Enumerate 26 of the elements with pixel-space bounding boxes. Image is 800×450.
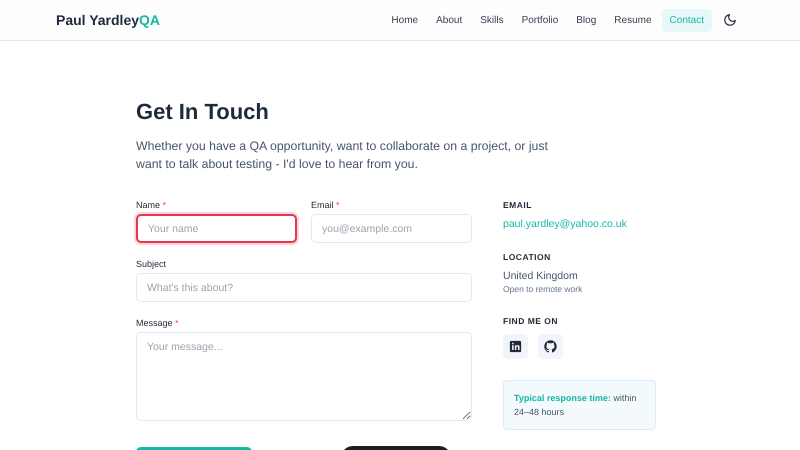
response-time-text: Typical response time: within 24–48 hours — [514, 392, 638, 419]
linkedin-icon — [508, 339, 523, 354]
nav-link[interactable]: Resume — [606, 8, 660, 32]
location-note: Open to remote work — [503, 284, 584, 294]
site-logo[interactable]: Paul YardleyQA — [56, 12, 160, 28]
nav-link[interactable]: Portfolio — [514, 8, 566, 32]
nav-link[interactable]: About — [428, 8, 470, 32]
social-link[interactable] — [503, 334, 528, 359]
nav-link[interactable]: Skills — [472, 8, 512, 32]
moon-icon — [723, 13, 737, 27]
nav-link[interactable]: Blog — [568, 8, 604, 32]
field-label: Subject — [136, 259, 168, 269]
field-label: Message * — [136, 318, 180, 328]
section-heading: FIND ME ON — [503, 316, 560, 326]
social-link[interactable] — [538, 334, 563, 359]
location-text: United Kingdom — [503, 270, 579, 282]
message-field[interactable]: Your message... — [136, 332, 472, 421]
section-heading: EMAIL — [503, 200, 533, 210]
field-label: Name * — [136, 200, 168, 210]
github-icon — [543, 339, 558, 354]
section-heading: LOCATION — [503, 252, 552, 262]
nav-link[interactable]: Home — [383, 8, 426, 32]
page-title: Get In Touch — [136, 99, 270, 125]
intro-text: Whether you have a QA opportunity, want to collaborate on a project, or just want to talk about testing - I'd love to hear from you. — [136, 138, 549, 173]
field-label: Email * — [311, 200, 341, 210]
input-field[interactable]: Your name — [136, 214, 297, 243]
